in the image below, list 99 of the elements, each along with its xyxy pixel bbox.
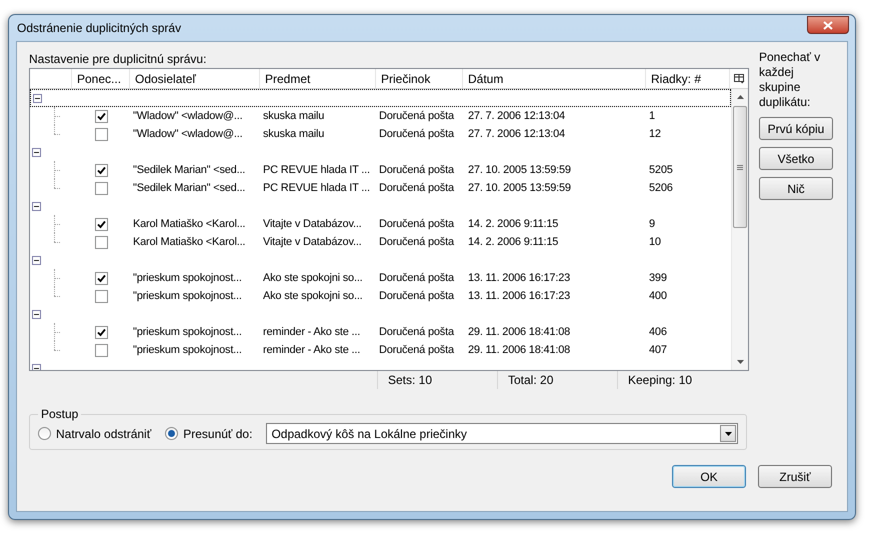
table-cell: 5206	[649, 182, 673, 194]
checkmark-icon	[96, 112, 106, 120]
table-cell: 407	[649, 344, 667, 356]
checkbox[interactable]	[94, 218, 108, 230]
status-text: Total: 20	[508, 373, 554, 387]
cancel-button[interactable]: Zrušiť	[758, 465, 832, 488]
checkbox[interactable]	[94, 164, 108, 176]
table-cell: 12	[649, 128, 661, 140]
table-cell: 27. 10. 2005 13:59:59	[468, 164, 571, 176]
table-cell: Vitajte v Databázov...	[263, 218, 362, 230]
table-cell: Doručená pošta	[379, 326, 454, 338]
column-header[interactable]: Dátum	[463, 69, 646, 88]
table-cell: Doručená pošta	[379, 344, 454, 356]
grip-icon	[737, 164, 743, 170]
table-cell: Doručená pošta	[379, 290, 454, 302]
table-cell: 13. 11. 2006 16:17:23	[468, 290, 570, 302]
table-cell: Doručená pošta	[379, 272, 454, 284]
table-cell: reminder - Ako ste ...	[263, 344, 360, 356]
table-cell: Doručená pošta	[379, 236, 454, 248]
scrollbar-thumb[interactable]	[733, 106, 747, 228]
status-text: Keeping: 10	[628, 373, 692, 387]
column-header[interactable]: Riadky: #	[646, 69, 730, 88]
table-cell: 406	[649, 326, 667, 338]
table-cell: "Wladow" <wladow@...	[133, 128, 242, 140]
column-header[interactable]: Priečinok	[376, 69, 463, 88]
close-icon	[823, 20, 833, 30]
collapse-icon[interactable]	[33, 94, 42, 102]
table-cell: skuska mailu	[263, 110, 324, 122]
table-cell: Doručená pošta	[379, 128, 454, 140]
collapse-icon[interactable]	[32, 148, 41, 156]
table-cell: "prieskum spokojnost...	[133, 326, 242, 338]
table-cell: "Sedilek Marian" <sed...	[133, 164, 246, 176]
table-cell: Doručená pošta	[379, 110, 454, 122]
keep-option-button[interactable]: Prvú kópiu	[759, 117, 833, 140]
window-title: Odstránenie duplicitných správ	[17, 20, 182, 37]
settings-label: Nastavenie pre duplicitnú správu:	[29, 51, 208, 68]
checkbox[interactable]	[94, 290, 108, 302]
dropdown-arrow-icon	[724, 432, 732, 436]
status-text: Sets: 10	[388, 373, 432, 387]
checkbox[interactable]	[94, 128, 108, 140]
table-cell: 10	[649, 236, 661, 248]
table-cell: reminder - Ako ste ...	[263, 326, 360, 338]
table-cell: Ako ste spokojni so...	[263, 290, 363, 302]
table-cell: 29. 11. 2006 18:41:08	[468, 344, 570, 356]
checkmark-icon	[96, 328, 106, 336]
table-cell: PC REVUE hlada IT ...	[263, 164, 370, 176]
column-header[interactable]: Ponec...	[72, 69, 130, 88]
scrollbar[interactable]	[731, 89, 748, 370]
close-button[interactable]	[807, 16, 849, 34]
table-cell: 400	[649, 290, 667, 302]
column-header[interactable]: Predmet	[260, 69, 376, 88]
table-cell: Doručená pošta	[379, 218, 454, 230]
table-cell: "prieskum spokojnost...	[133, 272, 242, 284]
keep-option-button[interactable]: Nič	[759, 177, 833, 200]
group-title: Postup	[40, 406, 80, 423]
collapse-icon[interactable]	[32, 202, 41, 210]
table-cell: 13. 11. 2006 16:17:23	[468, 272, 570, 284]
keep-option-button[interactable]: Všetko	[759, 147, 833, 170]
table-cell: skuska mailu	[263, 128, 324, 140]
checkmark-icon	[96, 166, 106, 174]
table-cell: 27. 7. 2006 12:13:04	[468, 110, 565, 122]
table-cell: "Wladow" <wladow@...	[133, 110, 242, 122]
checkbox[interactable]	[94, 182, 108, 194]
keep-label: Ponechať v každej skupine duplikátu:	[759, 50, 822, 110]
checkmark-icon	[96, 274, 106, 282]
column-chooser-icon[interactable]	[734, 74, 744, 84]
table-cell: 399	[649, 272, 667, 284]
table-cell: Ako ste spokojni so...	[263, 272, 363, 284]
checkmark-icon	[96, 220, 106, 228]
collapse-icon[interactable]	[32, 310, 41, 318]
folder-dropdown[interactable]: Odpadkový kôš na Lokálne priečinky	[266, 423, 738, 444]
radio-option[interactable]: Presunúť do:	[165, 424, 252, 442]
table-cell: "Sedilek Marian" <sed...	[133, 182, 246, 194]
table-cell: "prieskum spokojnost...	[133, 290, 242, 302]
checkbox[interactable]	[94, 236, 108, 248]
table-cell: 14. 2. 2006 9:11:15	[468, 218, 558, 230]
table-cell: 27. 10. 2005 13:59:59	[468, 182, 571, 194]
table-cell: Vitajte v Databázov...	[263, 236, 362, 248]
radio-option[interactable]: Natrvalo odstrániť	[38, 424, 152, 442]
collapse-icon[interactable]	[32, 364, 41, 370]
table-cell: Karol Matiaško <Karol...	[133, 218, 246, 230]
table-cell: PC REVUE hlada IT ...	[263, 182, 370, 194]
table-cell: Doručená pošta	[379, 182, 454, 194]
table-cell: Doručená pošta	[379, 164, 454, 176]
table-cell: 27. 7. 2006 12:13:04	[468, 128, 565, 140]
checkbox[interactable]	[94, 110, 108, 122]
table-cell: 5205	[649, 164, 673, 176]
table-cell: 29. 11. 2006 18:41:08	[468, 326, 570, 338]
checkbox[interactable]	[94, 272, 108, 284]
collapse-icon[interactable]	[32, 256, 41, 264]
checkbox[interactable]	[94, 326, 108, 338]
table-cell: "prieskum spokojnost...	[133, 344, 242, 356]
table-cell: 9	[649, 218, 655, 230]
table-cell: 1	[649, 110, 655, 122]
checkbox[interactable]	[94, 344, 108, 356]
table-cell: 14. 2. 2006 9:11:15	[468, 236, 558, 248]
table-cell: Karol Matiaško <Karol...	[133, 236, 246, 248]
column-header[interactable]: Odosielateľ	[130, 69, 260, 88]
ok-button[interactable]: OK	[672, 465, 746, 488]
